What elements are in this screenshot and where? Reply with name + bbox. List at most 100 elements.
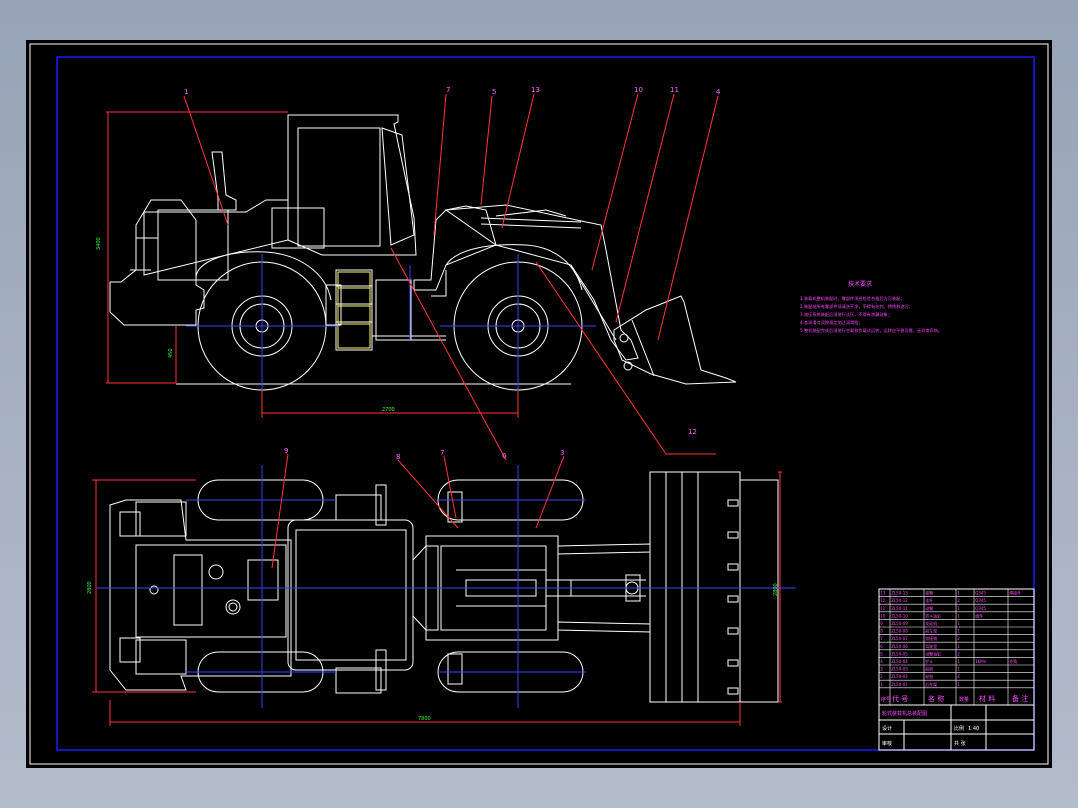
balloon-6: 6	[502, 452, 507, 460]
inner-frame	[56, 56, 1035, 751]
cad-drawing: 1 7 5 13 10 11 4 12 6 9 8 7 3 3400 450 2…	[29, 43, 1049, 765]
bom-cell-no: 1	[880, 682, 883, 687]
bom-cell-code: ZL50-08	[891, 629, 908, 634]
title-sheet: 共 张	[954, 740, 966, 747]
bom-cell-code: ZL50-03	[891, 667, 908, 672]
bom-cell-qty: 1	[957, 629, 960, 634]
note-line-1: 1.装载机整机装配时，零部件须经检验合格后方可装配；	[800, 295, 905, 302]
balloon-3: 3	[560, 449, 564, 457]
bom-cell-qty: 2	[957, 636, 960, 641]
bom-table: 13 ZL50-13 摇臂 1 Q345 焊接件12 ZL50-12 连杆 2 Q34511 ZL5…	[878, 588, 1035, 706]
bom-cell-name: 铲斗	[925, 658, 933, 664]
title-checker: 审核	[882, 740, 892, 747]
top-leaders	[271, 453, 565, 569]
balloon-13: 13	[531, 86, 540, 94]
bom-cell-code: ZL50-11	[891, 606, 908, 611]
bom-cell-name: 动臂	[925, 605, 933, 611]
dim-wheelbase: 2700	[382, 407, 395, 413]
bom-h-code: 代 号	[892, 694, 908, 703]
title-designer: 设计	[882, 725, 892, 732]
top-view	[109, 471, 779, 703]
dim-ground: 450	[168, 348, 174, 358]
balloon-12: 12	[688, 428, 697, 436]
bom-cell-code: ZL50-02	[891, 674, 908, 679]
bom-cell-material: Q345	[975, 598, 986, 603]
bom-cell-name: 铰接销	[925, 635, 937, 641]
bom-cell-no: 5	[880, 651, 883, 656]
note-line-4: 4.各润滑点须按规定加注润滑脂；	[800, 319, 863, 326]
bom-cell-qty: 1	[957, 644, 960, 649]
ladder-highlight	[337, 271, 371, 349]
bom-h-material: 材 料	[979, 694, 995, 703]
bom-cell-name: 驾驶室	[925, 643, 937, 649]
balloon-4: 4	[716, 88, 721, 96]
bom-cell-no: 4	[880, 659, 883, 664]
bom-cell-name: 动臂油缸	[925, 650, 941, 656]
bom-cell-name: 连杆	[925, 597, 933, 603]
bom-cell-code: ZL50-05	[891, 651, 908, 656]
bom-header: 序号 代 号 名 称 数量 材 料 备 注	[881, 694, 1028, 703]
dim-bucket-width: 2800	[773, 583, 779, 596]
bom-cell-no: 12	[880, 598, 886, 603]
top-dims	[92, 471, 782, 726]
title-block-text: 轮式装载机总装配图 设计 审核 比例 1:40 共 张	[882, 710, 979, 747]
bom-cell-code: ZL50-12	[891, 598, 908, 603]
bom-cell-code: ZL50-01	[891, 682, 908, 687]
side-centerlines	[186, 254, 596, 396]
bom-cell-code: ZL50-06	[891, 644, 908, 649]
bom-cell-no: 11	[880, 606, 886, 611]
bom-cell-qty: 1	[957, 682, 960, 687]
title-project: 轮式装载机总装配图	[882, 710, 927, 717]
bom-cell-name: 摇臂	[925, 590, 933, 596]
balloon-5: 5	[492, 88, 496, 96]
bom-cell-no: 7	[880, 636, 883, 641]
bom-cell-name: 后车架	[925, 681, 937, 687]
bom-cell-code: ZL50-04	[891, 659, 908, 664]
bom-cell-material: Q345	[975, 606, 986, 611]
balloon-10: 10	[634, 86, 643, 94]
bom-cell-no: 3	[880, 667, 883, 672]
bom-cell-material: Q345	[975, 591, 986, 596]
bom-cell-name: 发动机	[925, 620, 937, 626]
bom-cell-qty: 1	[957, 591, 960, 596]
bom-cell-no: 13	[880, 591, 886, 596]
bom-cell-no: 8	[880, 629, 883, 634]
dim-overall-length: 7800	[418, 716, 431, 722]
bom-cell-name: 转斗油缸	[925, 612, 941, 618]
bom-h-qty: 数量	[959, 696, 969, 703]
dim-top-width: 2800	[87, 581, 93, 594]
balloon-7-top: 7	[440, 449, 444, 457]
bom-cell-qty: 1	[957, 659, 960, 664]
bom-cell-code: ZL50-07	[891, 636, 908, 641]
side-dims	[107, 112, 519, 418]
bom-cell-name: 前桥	[925, 666, 933, 672]
bom-cell-no: 9	[880, 621, 883, 626]
bom-cell-no: 2	[880, 674, 883, 679]
bom-cell-qty: 1	[957, 621, 960, 626]
bom-cell-note: 外购	[1009, 658, 1017, 664]
bom-cell-name: 前车架	[925, 628, 937, 634]
technical-notes: 技术要求 1.装载机整机装配时，零部件须经检验合格后方可装配； 2.装配前所有零…	[800, 280, 942, 334]
balloon-9: 9	[284, 447, 288, 455]
cad-viewport[interactable]: 1 7 5 13 10 11 4 12 6 9 8 7 3 3400 450 2…	[26, 40, 1052, 768]
notes-title: 技术要求	[848, 280, 872, 288]
balloon-7: 7	[446, 86, 450, 94]
balloon-11: 11	[670, 86, 679, 94]
note-line-2: 2.装配前所有零部件须清洗干净，不得有毛刺、锈蚀和油污；	[800, 303, 913, 310]
bom-cell-note: 焊接件	[1009, 590, 1021, 596]
bom-h-name: 名 称	[928, 694, 944, 703]
title-scale-label: 比例	[954, 725, 964, 732]
balloon-8: 8	[396, 453, 400, 461]
bom-cell-code: ZL50-10	[891, 613, 908, 618]
note-line-3: 3.液压系统装配后须进行试压，不得有渗漏现象；	[800, 311, 892, 318]
bom-h-no: 序号	[881, 696, 891, 703]
title-scale-value: 1:40	[968, 726, 979, 732]
bom-cell-qty: 2	[957, 598, 960, 603]
bom-cell-qty: 1	[957, 667, 960, 672]
note-line-5: 5.整机装配完成后须进行空载和负载试运转，运转应平稳可靠，无异常声响。	[800, 327, 942, 334]
bom-cell-qty: 1	[957, 613, 960, 618]
bom-cell-material: 组件	[975, 612, 983, 618]
bom-cell-qty: 2	[957, 651, 960, 656]
side-leaders	[106, 93, 719, 461]
bom-cell-code: ZL50-09	[891, 621, 908, 626]
